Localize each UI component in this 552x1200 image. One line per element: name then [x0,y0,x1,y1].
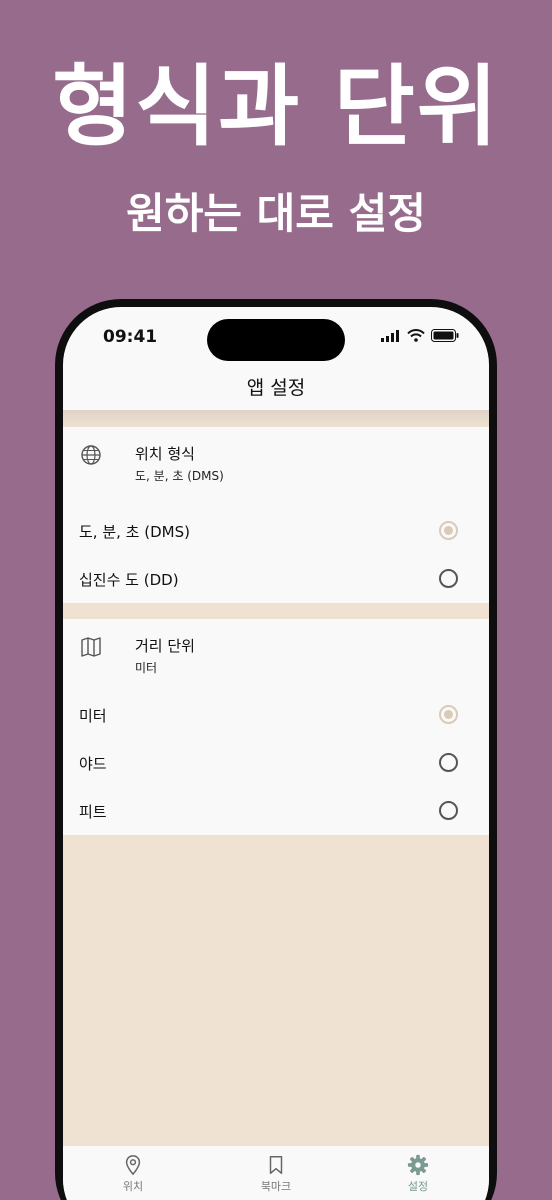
bookmark-icon [269,1156,283,1174]
tab-label: 북마크 [260,1180,292,1193]
globe-icon [81,445,101,465]
location-format-header: 위치 형식 도, 분, 초 (DMS) [63,427,489,507]
promo-subtitle: 원하는 대로 설정 [126,189,426,238]
tab-label: 위치 [122,1180,144,1193]
location-format-section: 위치 형식 도, 분, 초 (DMS) 도, 분, 초 (DMS) 십진수 도 … [63,427,489,603]
dynamic-island [207,319,345,361]
distance-unit-title: 거리 단위 [135,637,195,655]
option-label: 십진수 도 (DD) [79,571,179,589]
tab-location[interactable]: 위치 [83,1154,183,1194]
location-pin-icon [125,1155,141,1176]
location-format-title: 위치 형식 [135,445,195,463]
settings-content[interactable]: 위치 형식 도, 분, 초 (DMS) 도, 분, 초 (DMS) 십진수 도 … [63,427,489,1145]
option-label: 피트 [79,803,107,821]
option-meter[interactable]: 미터 [63,691,489,739]
tab-label: 설정 [407,1180,429,1193]
option-dd[interactable]: 십진수 도 (DD) [63,555,489,603]
phone-screen: 09:41 앱 설정 위치 형식 도, 분, 초 (DMS) 도, 분, 초 (… [63,307,489,1200]
option-yard[interactable]: 야드 [63,739,489,787]
radio-button[interactable] [439,801,458,820]
distance-unit-section: 거리 단위 미터 미터 야드 피트 [63,619,489,835]
tab-bar: 위치 북마크 설정 [63,1145,489,1200]
option-label: 미터 [79,707,107,725]
tab-settings[interactable]: 설정 [368,1154,468,1194]
option-feet[interactable]: 피트 [63,787,489,835]
radio-button-selected[interactable] [439,705,458,724]
battery-icon [431,329,459,342]
signal-icon [381,329,399,342]
option-label: 야드 [79,755,107,773]
distance-unit-value: 미터 [135,661,158,675]
radio-button-selected[interactable] [439,521,458,540]
radio-button[interactable] [439,569,458,588]
tab-bookmarks[interactable]: 북마크 [226,1154,326,1194]
page-title: 앱 설정 [246,377,306,399]
option-label: 도, 분, 초 (DMS) [79,523,190,541]
phone-frame: 09:41 앱 설정 위치 형식 도, 분, 초 (DMS) 도, 분, 초 (… [55,299,497,1200]
option-dms[interactable]: 도, 분, 초 (DMS) [63,507,489,555]
gear-icon [407,1154,429,1176]
status-time: 09:41 [103,327,158,347]
map-icon [81,637,101,657]
header-divider [63,410,489,428]
radio-button[interactable] [439,753,458,772]
distance-unit-header: 거리 단위 미터 [63,619,489,691]
status-icons [381,329,459,342]
location-format-value: 도, 분, 초 (DMS) [135,469,224,483]
promo-title: 형식과 단위 [52,55,500,158]
wifi-icon [407,329,425,342]
